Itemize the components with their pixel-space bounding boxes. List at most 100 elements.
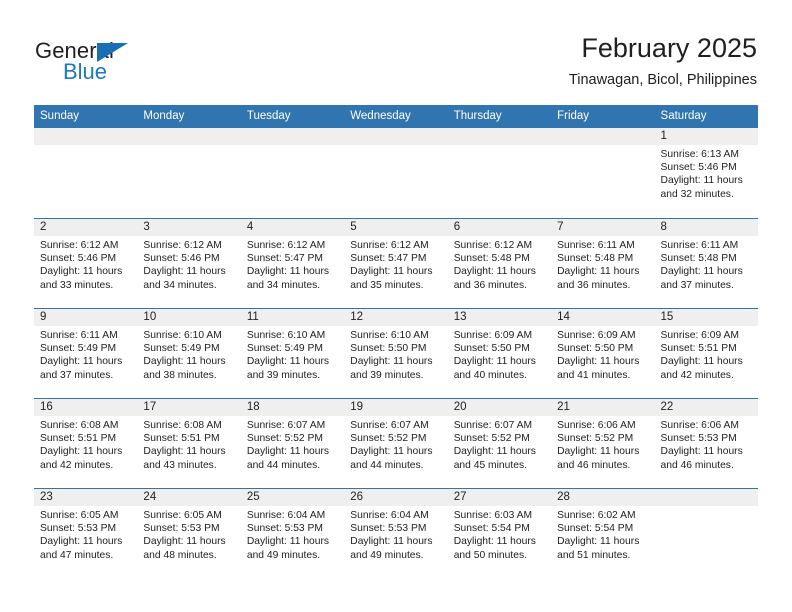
day-number: 23: [34, 489, 138, 506]
day-cell[interactable]: 9 Sunrise: 6:11 AM Sunset: 5:49 PM Dayli…: [34, 309, 138, 398]
day-cell[interactable]: 20 Sunrise: 6:07 AM Sunset: 5:52 PM Dayl…: [447, 399, 552, 488]
sunset-text: Sunset: 5:52 PM: [557, 433, 634, 445]
day-cell[interactable]: 3 Sunrise: 6:12 AM Sunset: 5:46 PM Dayli…: [137, 219, 241, 308]
day-cell[interactable]: 1 Sunrise: 6:13 AM Sunset: 5:46 PM Dayli…: [654, 128, 758, 218]
day-cell: [137, 128, 241, 218]
day-cell[interactable]: 16 Sunrise: 6:08 AM Sunset: 5:51 PM Dayl…: [34, 399, 138, 488]
day-cell[interactable]: 15 Sunrise: 6:09 AM Sunset: 5:51 PM Dayl…: [654, 309, 758, 398]
day-details: Sunrise: 6:12 AM Sunset: 5:47 PM Dayligh…: [240, 236, 345, 308]
day-number: 26: [344, 489, 448, 506]
daylight-text-line2: and 44 minutes.: [246, 459, 321, 471]
day-cell[interactable]: 25 Sunrise: 6:04 AM Sunset: 5:53 PM Dayl…: [240, 489, 345, 578]
day-cell[interactable]: 19 Sunrise: 6:07 AM Sunset: 5:52 PM Dayl…: [344, 399, 448, 488]
sunset-text: Sunset: 5:48 PM: [453, 253, 530, 265]
day-cell[interactable]: 5 Sunrise: 6:12 AM Sunset: 5:47 PM Dayli…: [344, 219, 448, 308]
day-number: [654, 489, 758, 506]
sunrise-text: Sunrise: 6:08 AM: [143, 420, 222, 431]
sunrise-text: Sunrise: 6:09 AM: [557, 330, 636, 341]
day-cell[interactable]: 22 Sunrise: 6:06 AM Sunset: 5:53 PM Dayl…: [654, 399, 758, 488]
day-number: [240, 128, 345, 145]
weekday-header-wednesday: Wednesday: [350, 110, 411, 122]
sunset-text: Sunset: 5:54 PM: [557, 523, 634, 535]
general-blue-logo[interactable]: General Blue: [35, 38, 265, 86]
weekday-header-monday: Monday: [143, 110, 185, 122]
sunrise-text: Sunrise: 6:09 AM: [660, 330, 739, 341]
day-cell[interactable]: 28 Sunrise: 6:02 AM Sunset: 5:54 PM Dayl…: [551, 489, 655, 578]
daylight-text-line1: Daylight: 11 hours: [660, 266, 743, 278]
day-details: Sunrise: 6:09 AM Sunset: 5:50 PM Dayligh…: [551, 326, 655, 398]
day-cell[interactable]: 11 Sunrise: 6:10 AM Sunset: 5:49 PM Dayl…: [240, 309, 345, 398]
day-details: Sunrise: 6:10 AM Sunset: 5:50 PM Dayligh…: [344, 326, 448, 398]
sunset-text: Sunset: 5:51 PM: [143, 433, 220, 445]
day-cell[interactable]: 10 Sunrise: 6:10 AM Sunset: 5:49 PM Dayl…: [137, 309, 241, 398]
sunset-text: Sunset: 5:47 PM: [246, 253, 323, 265]
day-cell[interactable]: 26 Sunrise: 6:04 AM Sunset: 5:53 PM Dayl…: [344, 489, 448, 578]
daylight-text-line2: and 41 minutes.: [557, 369, 631, 381]
day-cell[interactable]: 17 Sunrise: 6:08 AM Sunset: 5:51 PM Dayl…: [137, 399, 241, 488]
day-details: Sunrise: 6:04 AM Sunset: 5:53 PM Dayligh…: [344, 506, 448, 578]
day-details: Sunrise: 6:12 AM Sunset: 5:48 PM Dayligh…: [447, 236, 552, 308]
daylight-text-line1: Daylight: 11 hours: [350, 356, 433, 368]
daylight-text-line1: Daylight: 11 hours: [453, 266, 536, 278]
day-cell[interactable]: 14 Sunrise: 6:09 AM Sunset: 5:50 PM Dayl…: [551, 309, 655, 398]
daylight-text-line1: Daylight: 11 hours: [143, 266, 226, 278]
daylight-text-line1: Daylight: 11 hours: [350, 446, 433, 458]
sunset-text: Sunset: 5:51 PM: [40, 433, 117, 445]
daylight-text-line2: and 36 minutes.: [453, 279, 527, 291]
daylight-text-line2: and 51 minutes.: [557, 549, 631, 561]
day-cell[interactable]: 4 Sunrise: 6:12 AM Sunset: 5:47 PM Dayli…: [240, 219, 345, 308]
day-cell[interactable]: 12 Sunrise: 6:10 AM Sunset: 5:50 PM Dayl…: [344, 309, 448, 398]
day-details: Sunrise: 6:07 AM Sunset: 5:52 PM Dayligh…: [344, 416, 448, 488]
weekday-header-friday: Friday: [557, 110, 590, 122]
sunset-text: Sunset: 5:49 PM: [246, 343, 323, 355]
day-number: [34, 128, 138, 145]
day-cell: [34, 128, 138, 218]
day-cell[interactable]: 24 Sunrise: 6:05 AM Sunset: 5:53 PM Dayl…: [137, 489, 241, 578]
sunset-text: Sunset: 5:52 PM: [246, 433, 323, 445]
day-number: 20: [447, 399, 552, 416]
daylight-text-line1: Daylight: 11 hours: [453, 536, 536, 548]
sunrise-text: Sunrise: 6:12 AM: [40, 240, 119, 251]
day-cell[interactable]: 21 Sunrise: 6:06 AM Sunset: 5:52 PM Dayl…: [551, 399, 655, 488]
daylight-text-line2: and 34 minutes.: [143, 279, 217, 291]
day-cell[interactable]: 8 Sunrise: 6:11 AM Sunset: 5:48 PM Dayli…: [654, 219, 758, 308]
sunrise-text: Sunrise: 6:12 AM: [143, 240, 222, 251]
daylight-text-line2: and 50 minutes.: [453, 549, 527, 561]
sunrise-text: Sunrise: 6:08 AM: [40, 420, 119, 431]
daylight-text-line2: and 39 minutes.: [350, 369, 424, 381]
day-cell[interactable]: 6 Sunrise: 6:12 AM Sunset: 5:48 PM Dayli…: [447, 219, 552, 308]
day-cell[interactable]: 13 Sunrise: 6:09 AM Sunset: 5:50 PM Dayl…: [447, 309, 552, 398]
weekday-header-thursday: Thursday: [453, 110, 502, 122]
sunset-text: Sunset: 5:51 PM: [660, 343, 737, 355]
weekday-header-sunday: Sunday: [40, 110, 80, 122]
day-cell[interactable]: 18 Sunrise: 6:07 AM Sunset: 5:52 PM Dayl…: [240, 399, 345, 488]
day-details: Sunrise: 6:06 AM Sunset: 5:53 PM Dayligh…: [654, 416, 758, 488]
day-number: 19: [344, 399, 448, 416]
day-details: Sunrise: 6:04 AM Sunset: 5:53 PM Dayligh…: [240, 506, 345, 578]
sunrise-text: Sunrise: 6:06 AM: [660, 420, 739, 431]
sunset-text: Sunset: 5:50 PM: [350, 343, 427, 355]
sunset-text: Sunset: 5:46 PM: [660, 162, 737, 174]
sunrise-text: Sunrise: 6:12 AM: [246, 240, 326, 251]
day-number: 3: [137, 219, 241, 236]
day-number: 18: [240, 399, 345, 416]
sunset-text: Sunset: 5:48 PM: [557, 253, 634, 265]
daylight-text-line2: and 49 minutes.: [350, 549, 424, 561]
day-details: Sunrise: 6:13 AM Sunset: 5:46 PM Dayligh…: [654, 145, 758, 218]
sunset-text: Sunset: 5:53 PM: [246, 523, 323, 535]
daylight-text-line1: Daylight: 11 hours: [246, 266, 330, 278]
day-details: [34, 145, 138, 218]
day-number: 22: [654, 399, 758, 416]
sunrise-text: Sunrise: 6:05 AM: [40, 510, 119, 521]
day-cell[interactable]: 7 Sunrise: 6:11 AM Sunset: 5:48 PM Dayli…: [551, 219, 655, 308]
calendar-grid: Sunday Monday Tuesday Wednesday Thursday…: [34, 105, 758, 578]
daylight-text-line1: Daylight: 11 hours: [143, 356, 226, 368]
daylight-text-line1: Daylight: 11 hours: [40, 266, 123, 278]
day-number: 13: [447, 309, 552, 326]
page-subtitle: Tinawagan, Bicol, Philippines: [568, 72, 757, 88]
day-cell[interactable]: 2 Sunrise: 6:12 AM Sunset: 5:46 PM Dayli…: [34, 219, 138, 308]
day-cell[interactable]: 23 Sunrise: 6:05 AM Sunset: 5:53 PM Dayl…: [34, 489, 138, 578]
day-details: Sunrise: 6:11 AM Sunset: 5:48 PM Dayligh…: [551, 236, 655, 308]
sunrise-text: Sunrise: 6:09 AM: [453, 330, 533, 341]
day-cell[interactable]: 27 Sunrise: 6:03 AM Sunset: 5:54 PM Dayl…: [447, 489, 552, 578]
